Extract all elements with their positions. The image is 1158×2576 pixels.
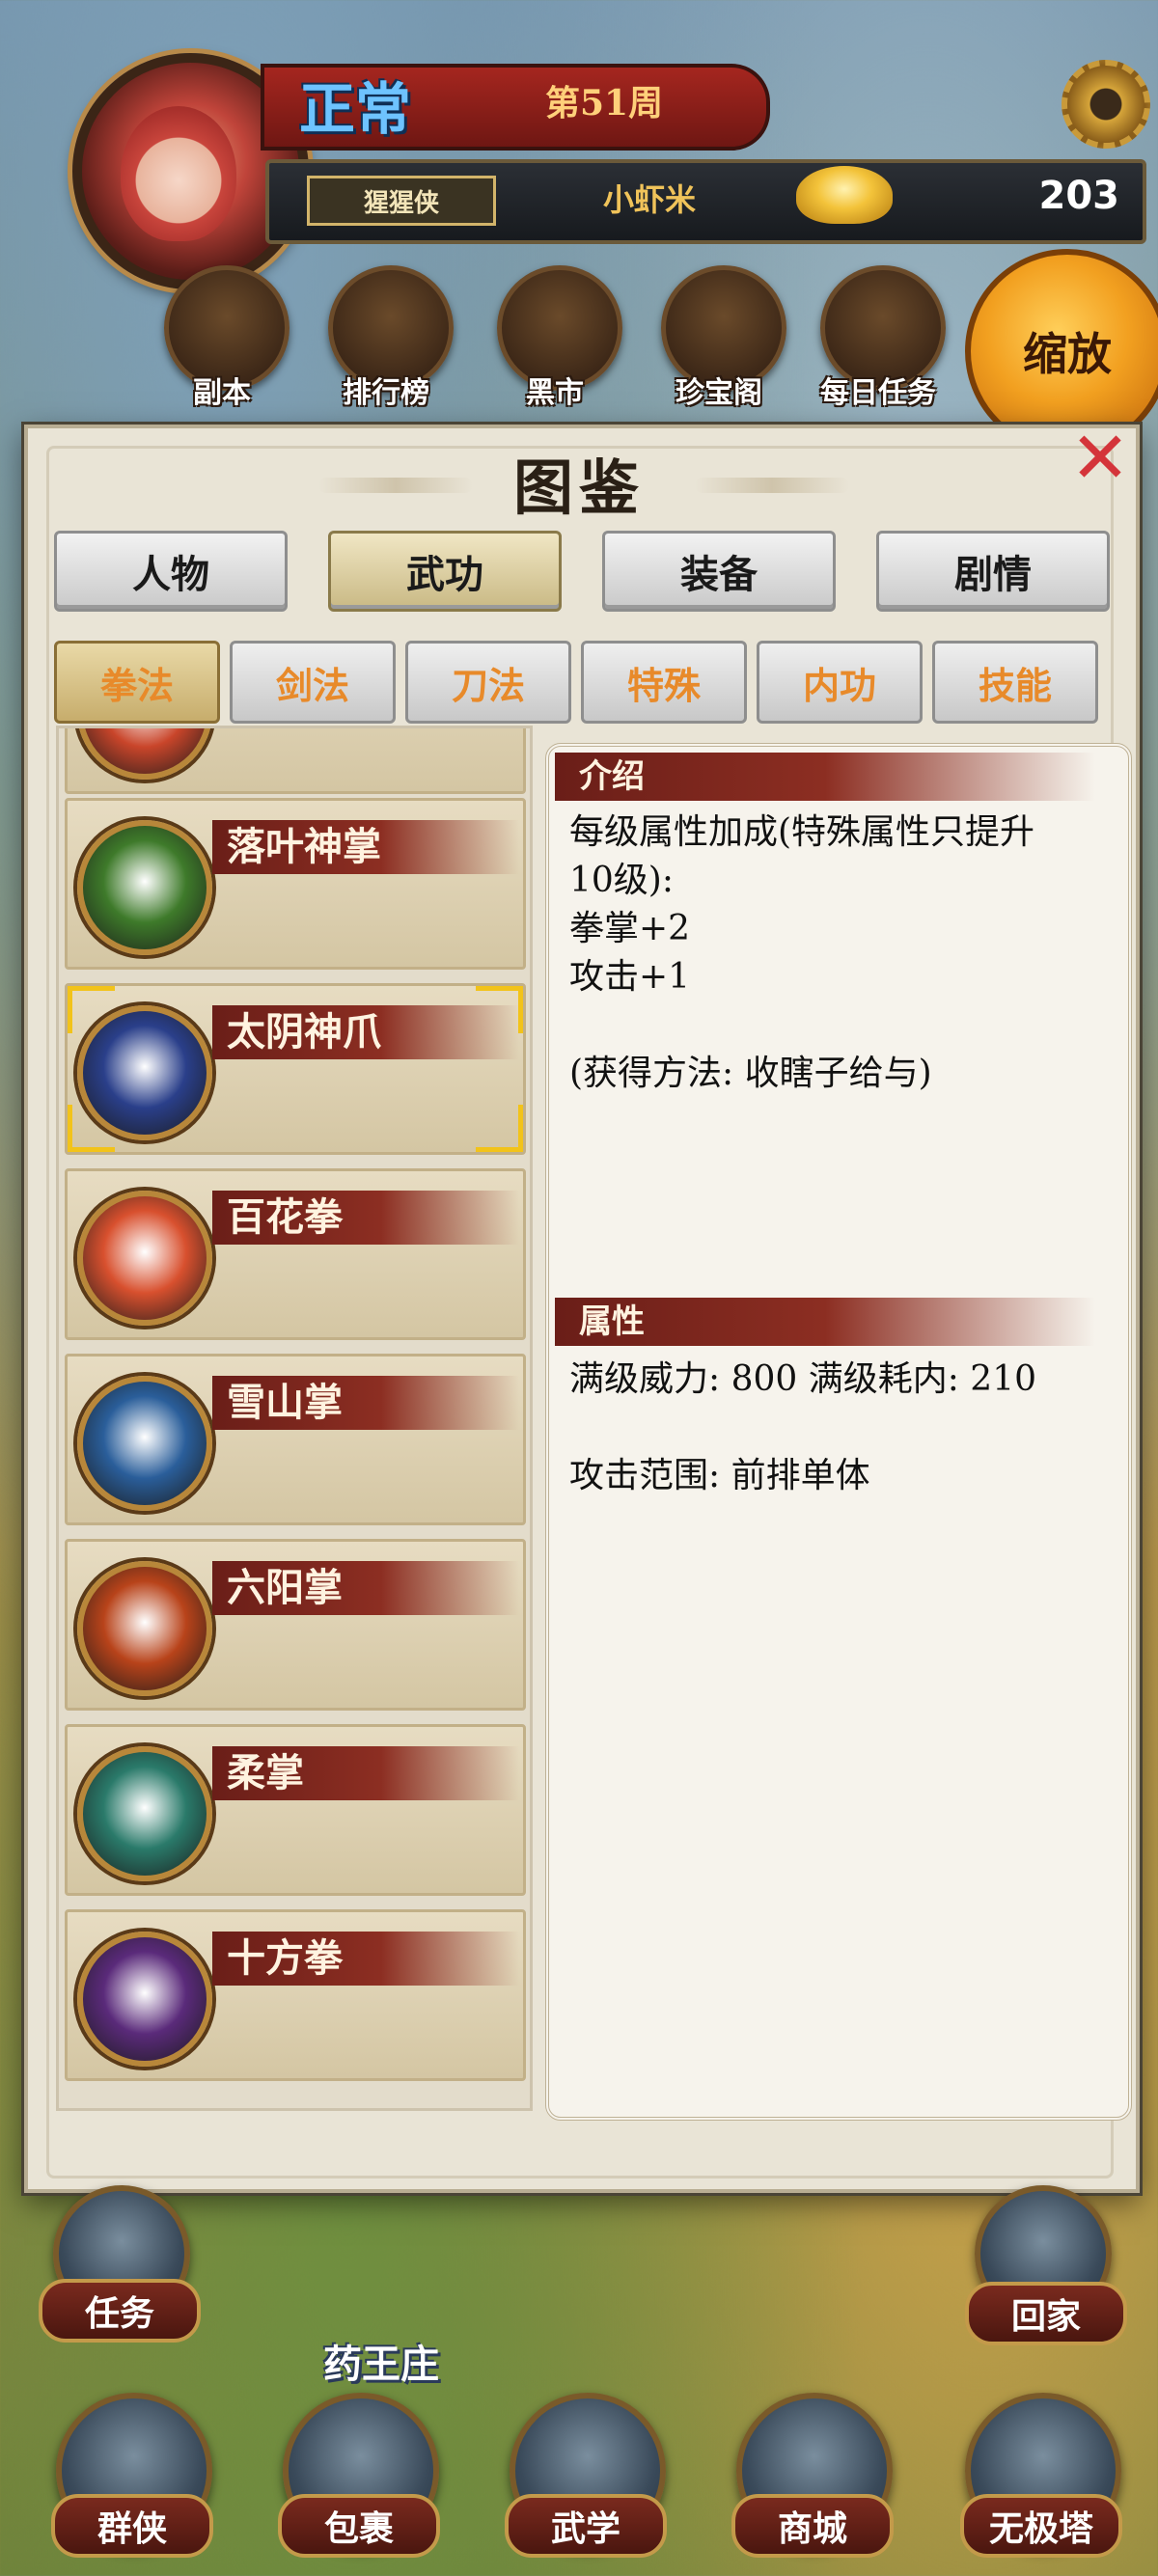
skill-card[interactable]: 六阳掌 (65, 1539, 526, 1711)
soft-palm-icon (77, 1746, 212, 1881)
subtab-inner-power[interactable]: 内功 (757, 641, 923, 724)
skill-name: 雪山掌 (227, 1380, 343, 1425)
nav-tower[interactable]: 无极塔 (960, 2494, 1122, 2558)
selection-corner (68, 986, 115, 1033)
nav-martial-study[interactable]: 武学 (505, 2494, 667, 2558)
skill-name: 太阴神爪 (227, 1009, 381, 1055)
nav-dungeon-label[interactable]: 副本 (145, 369, 299, 411)
skill-card[interactable]: 十方拳 (65, 1909, 526, 2081)
nav-blackmarket-label[interactable]: 黑市 (478, 369, 632, 411)
tab-equipment[interactable]: 装备 (602, 531, 836, 612)
tab-characters[interactable]: 人物 (54, 531, 288, 612)
skill-list[interactable]: 落叶神掌 太阴神爪 百花拳 雪山掌 六阳掌 柔掌 十方拳 (56, 726, 533, 2111)
settings-gear-icon[interactable] (1062, 60, 1150, 149)
skill-card[interactable]: 落叶神掌 (65, 798, 526, 970)
nav-ranking-label[interactable]: 排行榜 (309, 369, 463, 411)
snow-palm-icon (77, 1376, 212, 1511)
skill-name: 百花拳 (227, 1194, 343, 1240)
ten-direction-fist-icon (77, 1932, 212, 2067)
skill-card[interactable]: 柔掌 (65, 1724, 526, 1896)
intro-title: 介绍 (579, 757, 645, 796)
skill-icon (77, 728, 212, 780)
status-label: 正常 (299, 76, 412, 142)
tab-martial-arts[interactable]: 武功 (328, 531, 562, 612)
gold-amount: 203 (1038, 174, 1120, 218)
home-button[interactable]: 回家 (965, 2282, 1127, 2345)
selection-corner (476, 1105, 523, 1152)
skill-card-selected[interactable]: 太阴神爪 (65, 983, 526, 1155)
panel-title: 图鉴 (512, 452, 645, 523)
nav-shop[interactable]: 商城 (731, 2494, 894, 2558)
selection-corner (476, 986, 523, 1033)
gold-ingot-icon (796, 166, 893, 224)
nav-heroes[interactable]: 群侠 (51, 2494, 213, 2558)
skill-card[interactable] (65, 728, 526, 794)
tab-story[interactable]: 剧情 (876, 531, 1110, 612)
rank-badge: 猩猩侠 (307, 176, 496, 226)
flower-fist-icon (77, 1191, 212, 1326)
skill-name: 落叶神掌 (227, 824, 381, 869)
skill-name: 柔掌 (227, 1750, 304, 1795)
attr-text: 满级威力: 800 满级耗内: 210 攻击范围: 前排单体 (569, 1359, 1037, 1495)
selection-corner (68, 1105, 115, 1152)
nav-daily-task-label[interactable]: 每日任务 (801, 369, 955, 411)
subtab-skills[interactable]: 技能 (932, 641, 1098, 724)
week-label: 第51周 (545, 83, 664, 123)
subtab-fist[interactable]: 拳法 (54, 641, 220, 724)
task-button[interactable]: 任务 (39, 2279, 201, 2343)
map-location-label[interactable]: 药王庄 (323, 2333, 439, 2389)
subtab-sword[interactable]: 剑法 (230, 641, 396, 724)
skill-card[interactable]: 雪山掌 (65, 1354, 526, 1525)
six-yang-palm-icon (77, 1561, 212, 1696)
skill-name: 六阳掌 (227, 1565, 343, 1610)
close-icon[interactable]: ✕ (1066, 423, 1134, 494)
skill-name: 十方拳 (227, 1935, 343, 1981)
subtab-special[interactable]: 特殊 (581, 641, 747, 724)
attr-title: 属性 (579, 1302, 645, 1341)
subtab-blade[interactable]: 刀法 (405, 641, 571, 724)
leaf-palm-icon (77, 820, 212, 955)
nav-treasure-label[interactable]: 珍宝阁 (642, 369, 796, 411)
avatar-portrait (121, 106, 236, 241)
intro-text: 每级属性加成(特殊属性只提升 10级): 拳掌+2 攻击+1 (获得方法: 收瞎… (569, 812, 1035, 1093)
skill-card[interactable]: 百花拳 (65, 1168, 526, 1340)
nav-backpack[interactable]: 包裹 (278, 2494, 440, 2558)
player-name: 小虾米 (603, 181, 697, 218)
